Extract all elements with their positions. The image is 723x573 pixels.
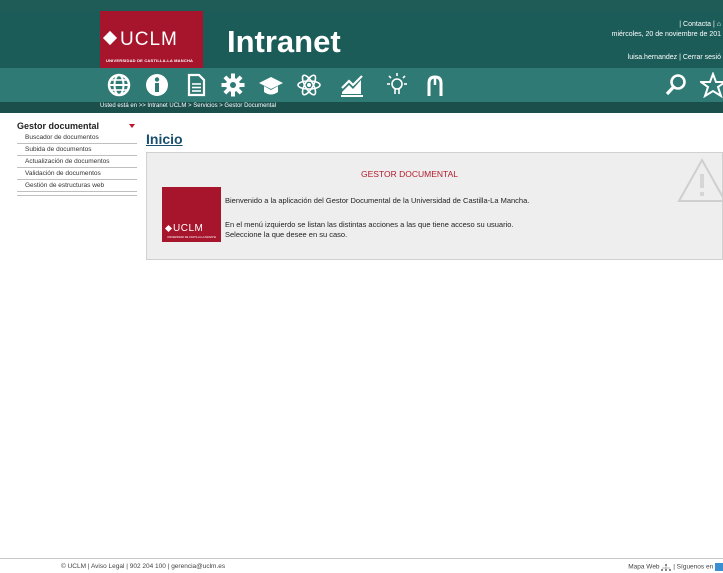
sidebar-item-validacion[interactable]: Validación de documentos <box>17 168 137 180</box>
app-title: Intranet <box>227 24 341 59</box>
lightbulb-icon[interactable] <box>384 72 410 98</box>
sidebar-title[interactable]: Gestor documental <box>17 121 137 132</box>
warning-icon <box>677 157 723 202</box>
header: UCLM UNIVERSIDAD DE CASTILLA-LA MANCHA I… <box>0 0 723 113</box>
sidebar-item-actualizacion[interactable]: Actualización de documentos <box>17 156 137 168</box>
document-icon[interactable] <box>183 72 209 98</box>
sidebar-title-label: Gestor documental <box>17 121 100 131</box>
welcome-panel: GESTOR DOCUMENTAL UCLM UNIVERSIDAD DE CA… <box>146 152 723 260</box>
footer-legal[interactable]: © UCLM | Aviso Legal | 902 204 100 | ger… <box>61 563 225 570</box>
info-icon[interactable] <box>144 72 170 98</box>
username: luisa.hernandez <box>627 54 678 61</box>
panel-logo-text: UCLM <box>173 223 204 234</box>
follow-us-label: | Síguenos en <box>673 563 714 571</box>
current-date: miércoles, 20 de noviembre de 201 <box>611 31 721 38</box>
sidebar-item-buscador[interactable]: Buscador de documentos <box>17 132 137 144</box>
social-icon[interactable] <box>715 563 723 571</box>
search-icon[interactable] <box>663 72 689 98</box>
atom-icon[interactable] <box>296 72 322 98</box>
sidebar-item-gestion-estructuras[interactable]: Gestión de estructuras web <box>17 180 137 192</box>
panel-logo-subtitle: UNIVERSIDAD DE CASTILLA-LA MANCHA <box>167 236 217 239</box>
breadcrumb-prefix: Usted está en >> <box>100 103 146 109</box>
contact-link[interactable]: | Contacta | <box>679 21 715 28</box>
gear-icon[interactable] <box>220 72 246 98</box>
sidebar-item-subida[interactable]: Subida de documentos <box>17 144 137 156</box>
header-top-links: | Contacta | ⌂ miércoles, 20 de noviembr… <box>612 20 721 40</box>
sitemap-icon[interactable] <box>661 563 672 571</box>
sidebar: Gestor documental Buscador de documentos… <box>17 121 137 196</box>
globe-icon[interactable] <box>106 72 132 98</box>
footer-right: Mapa Web | Síguenos en <box>628 563 723 571</box>
sitemap-link[interactable]: Mapa Web <box>628 564 659 571</box>
star-icon[interactable] <box>697 71 723 99</box>
user-line: luisa.hernandez | Cerrar sesió <box>628 54 721 61</box>
instructions-line-1: En el menú izquierdo se listan las disti… <box>225 220 514 229</box>
breadcrumb-path[interactable]: Intranet UCLM > Servicios > Gestor Docum… <box>147 103 276 109</box>
home-icon[interactable]: ⌂ <box>717 21 721 28</box>
caret-down-icon[interactable] <box>129 124 135 128</box>
mouse-icon[interactable] <box>421 72 447 98</box>
panel-title: GESTOR DOCUMENTAL <box>361 169 458 179</box>
instructions-line-2: Seleccione la que desee en su caso. <box>225 230 348 239</box>
graduation-cap-icon[interactable] <box>258 72 284 98</box>
footer-divider <box>0 558 723 559</box>
welcome-text: Bienvenido a la aplicación del Gestor Do… <box>225 196 530 205</box>
breadcrumb: Usted está en >> Intranet UCLM > Servici… <box>100 103 276 109</box>
logout-link[interactable]: | Cerrar sesió <box>679 54 721 61</box>
sidebar-divider <box>17 192 137 196</box>
chart-icon[interactable] <box>339 72 365 98</box>
logo-subtitle: UNIVERSIDAD DE CASTILLA-LA MANCHA <box>106 58 194 63</box>
logo-text: UCLM <box>120 29 178 50</box>
page-title[interactable]: Inicio <box>146 131 183 147</box>
